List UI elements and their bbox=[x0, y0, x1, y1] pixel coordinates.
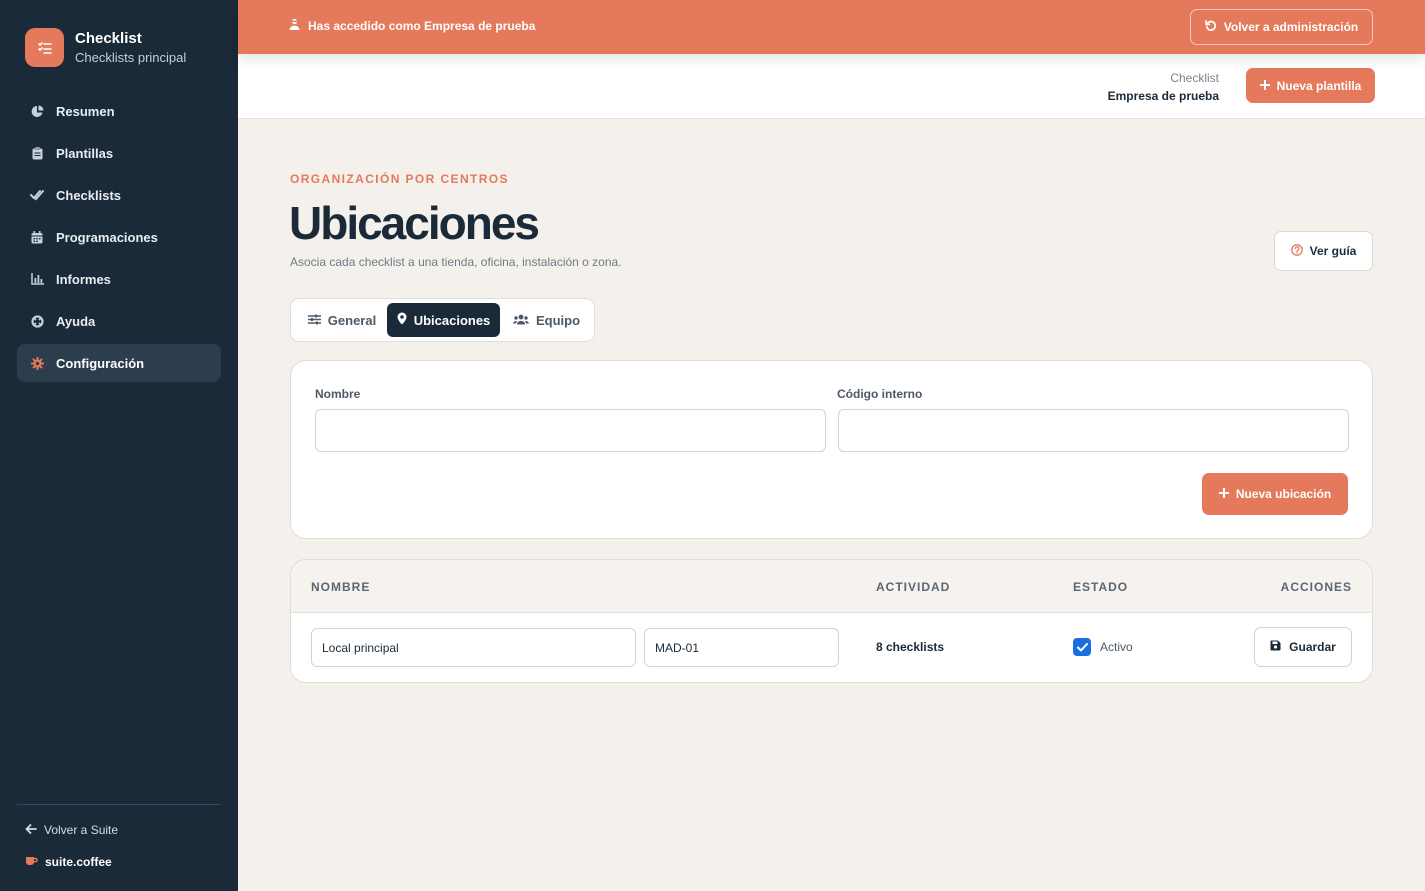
undo-icon bbox=[1204, 19, 1217, 35]
sidebar-item-checklists[interactable]: Checklists bbox=[17, 176, 221, 214]
column-header-activity: ACTIVIDAD bbox=[876, 580, 951, 594]
brand-title: Checklist bbox=[75, 30, 142, 47]
pie-chart-icon bbox=[30, 104, 44, 118]
settings-tabs: General Ubicaciones Equipo bbox=[290, 298, 595, 342]
impersonation-text: Has accedido como Empresa de prueba bbox=[308, 18, 536, 33]
save-button[interactable]: Guardar bbox=[1254, 627, 1352, 667]
sidebar-item-label: Configuración bbox=[56, 355, 145, 371]
page-description: Asocia cada checklist a una tienda, ofic… bbox=[290, 255, 622, 269]
double-check-icon bbox=[30, 188, 44, 202]
locations-table: NOMBRE ACTIVIDAD ESTADO ACCIONES 8 check… bbox=[290, 559, 1373, 683]
gear-icon bbox=[30, 356, 44, 370]
page-header: Checklist Empresa de prueba Nueva planti… bbox=[238, 54, 1425, 119]
sidebar-item-label: Resumen bbox=[56, 103, 115, 119]
status-label: Activo bbox=[1100, 640, 1133, 654]
view-guide-button[interactable]: Ver guía bbox=[1274, 231, 1373, 271]
new-template-button[interactable]: Nueva plantilla bbox=[1246, 68, 1375, 103]
location-name-field[interactable] bbox=[311, 628, 636, 667]
name-field[interactable] bbox=[315, 409, 826, 452]
save-label: Guardar bbox=[1289, 640, 1336, 654]
page-eyebrow: ORGANIZACIÓN POR CENTROS bbox=[290, 172, 509, 186]
sidebar-item-label: Informes bbox=[56, 271, 111, 287]
suite-brand: suite.coffee bbox=[25, 855, 112, 869]
table-header: NOMBRE ACTIVIDAD ESTADO ACCIONES bbox=[291, 560, 1372, 613]
tab-equipo[interactable]: Equipo bbox=[505, 303, 588, 337]
impersonation-banner: Has accedido como Empresa de prueba Volv… bbox=[238, 0, 1425, 54]
suite-brand-label: suite.coffee bbox=[45, 855, 112, 869]
tab-label: Equipo bbox=[535, 312, 581, 328]
checklist-logo-icon bbox=[25, 28, 64, 67]
coffee-cup-icon bbox=[25, 855, 38, 869]
status-toggle: Activo bbox=[1073, 638, 1133, 656]
bar-chart-icon bbox=[30, 272, 44, 286]
users-icon bbox=[512, 313, 529, 328]
page-title: Ubicaciones bbox=[289, 197, 540, 249]
back-to-admin-button[interactable]: Volver a administración bbox=[1190, 9, 1373, 45]
sidebar-item-configuracion[interactable]: Configuración bbox=[17, 344, 221, 382]
arrow-left-icon bbox=[25, 823, 37, 837]
sidebar-item-label: Programaciones bbox=[56, 229, 158, 245]
header-company-name: Empresa de prueba bbox=[1107, 89, 1219, 103]
impersonation-message: Has accedido como Empresa de prueba bbox=[289, 18, 535, 33]
sidebar-item-plantillas[interactable]: Plantillas bbox=[17, 134, 221, 172]
new-template-label: Nueva plantilla bbox=[1276, 78, 1362, 93]
location-code-field[interactable] bbox=[644, 628, 839, 667]
back-to-suite-label: Volver a Suite bbox=[44, 823, 119, 837]
sidebar-item-label: Checklists bbox=[56, 187, 122, 203]
clipboard-icon bbox=[30, 146, 44, 160]
column-header-name: NOMBRE bbox=[311, 580, 371, 594]
sidebar-item-label: Ayuda bbox=[56, 313, 96, 329]
name-field-label: Nombre bbox=[315, 387, 361, 401]
user-secret-icon bbox=[289, 18, 300, 33]
tab-ubicaciones[interactable]: Ubicaciones bbox=[387, 303, 500, 337]
header-app-name: Checklist bbox=[1170, 71, 1219, 85]
brand-subtitle: Checklists principal bbox=[75, 50, 187, 65]
column-header-actions: ACCIONES bbox=[1280, 580, 1352, 594]
sidebar-item-resumen[interactable]: Resumen bbox=[17, 92, 221, 130]
active-checkbox[interactable] bbox=[1073, 638, 1091, 656]
code-field-label: Código interno bbox=[837, 387, 923, 401]
floppy-disk-icon bbox=[1270, 640, 1281, 654]
brand: Checklist Checklists principal bbox=[25, 28, 186, 67]
plus-icon bbox=[1259, 79, 1270, 93]
tab-label: General bbox=[327, 312, 377, 328]
view-guide-label: Ver guía bbox=[1309, 244, 1357, 258]
map-pin-icon bbox=[397, 312, 407, 328]
sliders-icon bbox=[307, 313, 321, 328]
question-circle-icon bbox=[1290, 243, 1303, 259]
new-location-form: Nombre Código interno Nueva ubicación bbox=[290, 360, 1373, 539]
column-header-status: ESTADO bbox=[1073, 580, 1129, 594]
life-ring-icon bbox=[30, 314, 44, 328]
sidebar-item-informes[interactable]: Informes bbox=[17, 260, 221, 298]
sidebar-divider bbox=[17, 804, 221, 805]
sidebar-item-label: Plantillas bbox=[56, 145, 114, 161]
tab-general[interactable]: General bbox=[297, 303, 387, 337]
sidebar-item-ayuda[interactable]: Ayuda bbox=[17, 302, 221, 340]
plus-icon bbox=[1218, 487, 1229, 501]
tab-label: Ubicaciones bbox=[413, 312, 491, 328]
check-icon bbox=[1076, 642, 1088, 651]
new-location-button[interactable]: Nueva ubicación bbox=[1202, 473, 1348, 515]
new-location-label: Nueva ubicación bbox=[1235, 487, 1332, 501]
back-to-suite-link[interactable]: Volver a Suite bbox=[25, 823, 118, 837]
activity-count: 8 checklists bbox=[876, 640, 945, 654]
sidebar: Checklist Checklists principal Resumen P… bbox=[0, 0, 238, 891]
sidebar-nav: Resumen Plantillas Checklists Programaci… bbox=[17, 92, 221, 386]
calendar-icon bbox=[30, 230, 44, 244]
internal-code-field[interactable] bbox=[838, 409, 1349, 452]
back-to-admin-label: Volver a administración bbox=[1223, 20, 1359, 34]
sidebar-item-programaciones[interactable]: Programaciones bbox=[17, 218, 221, 256]
